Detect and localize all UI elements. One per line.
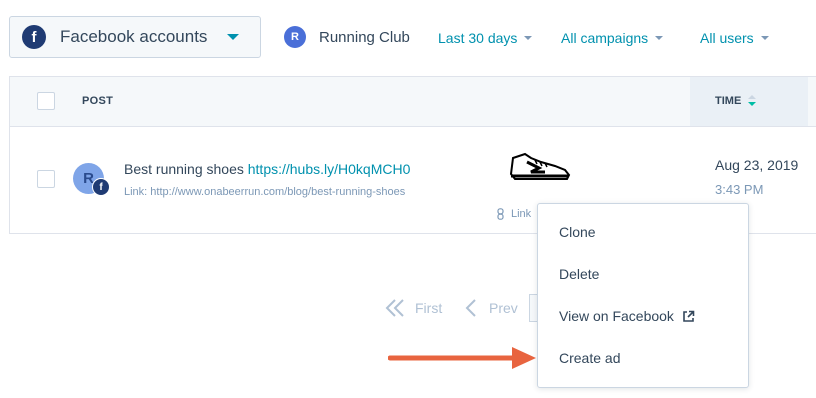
- date-range-label: Last 30 days: [438, 30, 518, 46]
- chevron-down-icon: [227, 34, 240, 40]
- post-url-link[interactable]: https://hubs.ly/H0kqMCH0: [248, 161, 411, 177]
- menu-item-clone-label: Clone: [559, 224, 596, 240]
- external-link-icon: [683, 310, 695, 322]
- row-actions-menu: Clone Delete View on Facebook Create ad: [537, 203, 749, 388]
- link-icon: [497, 208, 504, 220]
- link-tag: Link: [496, 208, 531, 220]
- pagination-prev[interactable]: Prev: [465, 298, 518, 318]
- shoe-icon: [509, 152, 571, 180]
- campaigns-label: All campaigns: [561, 30, 649, 46]
- account-select-label: Facebook accounts: [60, 27, 208, 46]
- sort-icon: [748, 95, 757, 107]
- menu-item-view-on-facebook[interactable]: View on Facebook: [559, 308, 695, 324]
- club-account-filter[interactable]: R Running Club: [284, 26, 410, 48]
- pagination-first-label: First: [415, 300, 443, 316]
- menu-item-clone[interactable]: Clone: [559, 224, 596, 240]
- link-tag-label: Link: [511, 208, 532, 220]
- double-chevron-left-icon: [385, 299, 404, 317]
- account-select-dropdown[interactable]: f Facebook accounts: [9, 16, 261, 58]
- row-checkbox[interactable]: [37, 170, 55, 188]
- menu-item-view-on-facebook-label: View on Facebook: [559, 308, 674, 324]
- date-range-filter[interactable]: Last 30 days: [438, 30, 533, 46]
- post-link-line: Link: http://www.onabeerrun.com/blog/bes…: [124, 186, 406, 198]
- post-title[interactable]: Best running shoes https://hubs.ly/H0kqM…: [124, 161, 410, 177]
- users-label: All users: [700, 30, 754, 46]
- column-header-time[interactable]: TIME: [690, 77, 808, 126]
- post-date: Aug 23, 2019: [715, 157, 799, 173]
- pagination-prev-label: Prev: [489, 300, 518, 316]
- annotation-arrow-icon: [388, 347, 536, 369]
- column-header-post[interactable]: POST: [82, 95, 113, 107]
- menu-item-delete[interactable]: Delete: [559, 266, 599, 282]
- caret-down-icon: [655, 36, 664, 40]
- facebook-icon: f: [22, 25, 46, 49]
- club-label: Running Club: [319, 28, 410, 46]
- menu-item-delete-label: Delete: [559, 266, 600, 282]
- caret-down-icon: [524, 36, 533, 40]
- table-header: POST TIME: [10, 77, 816, 127]
- chevron-left-icon: [465, 299, 476, 317]
- club-avatar: R: [284, 26, 306, 48]
- post-time: 3:43 PM: [715, 182, 764, 197]
- post-title-text: Best running shoes: [124, 161, 248, 177]
- caret-down-icon: [760, 36, 769, 40]
- campaigns-filter[interactable]: All campaigns: [561, 30, 664, 46]
- menu-item-create-ad-label: Create ad: [559, 350, 621, 366]
- column-header-time-label: TIME: [715, 95, 742, 107]
- select-all-checkbox[interactable]: [37, 92, 55, 110]
- users-filter[interactable]: All users: [700, 30, 769, 46]
- facebook-badge-icon: f: [92, 178, 110, 196]
- pagination-first[interactable]: First: [385, 298, 442, 318]
- menu-item-create-ad[interactable]: Create ad: [559, 350, 620, 366]
